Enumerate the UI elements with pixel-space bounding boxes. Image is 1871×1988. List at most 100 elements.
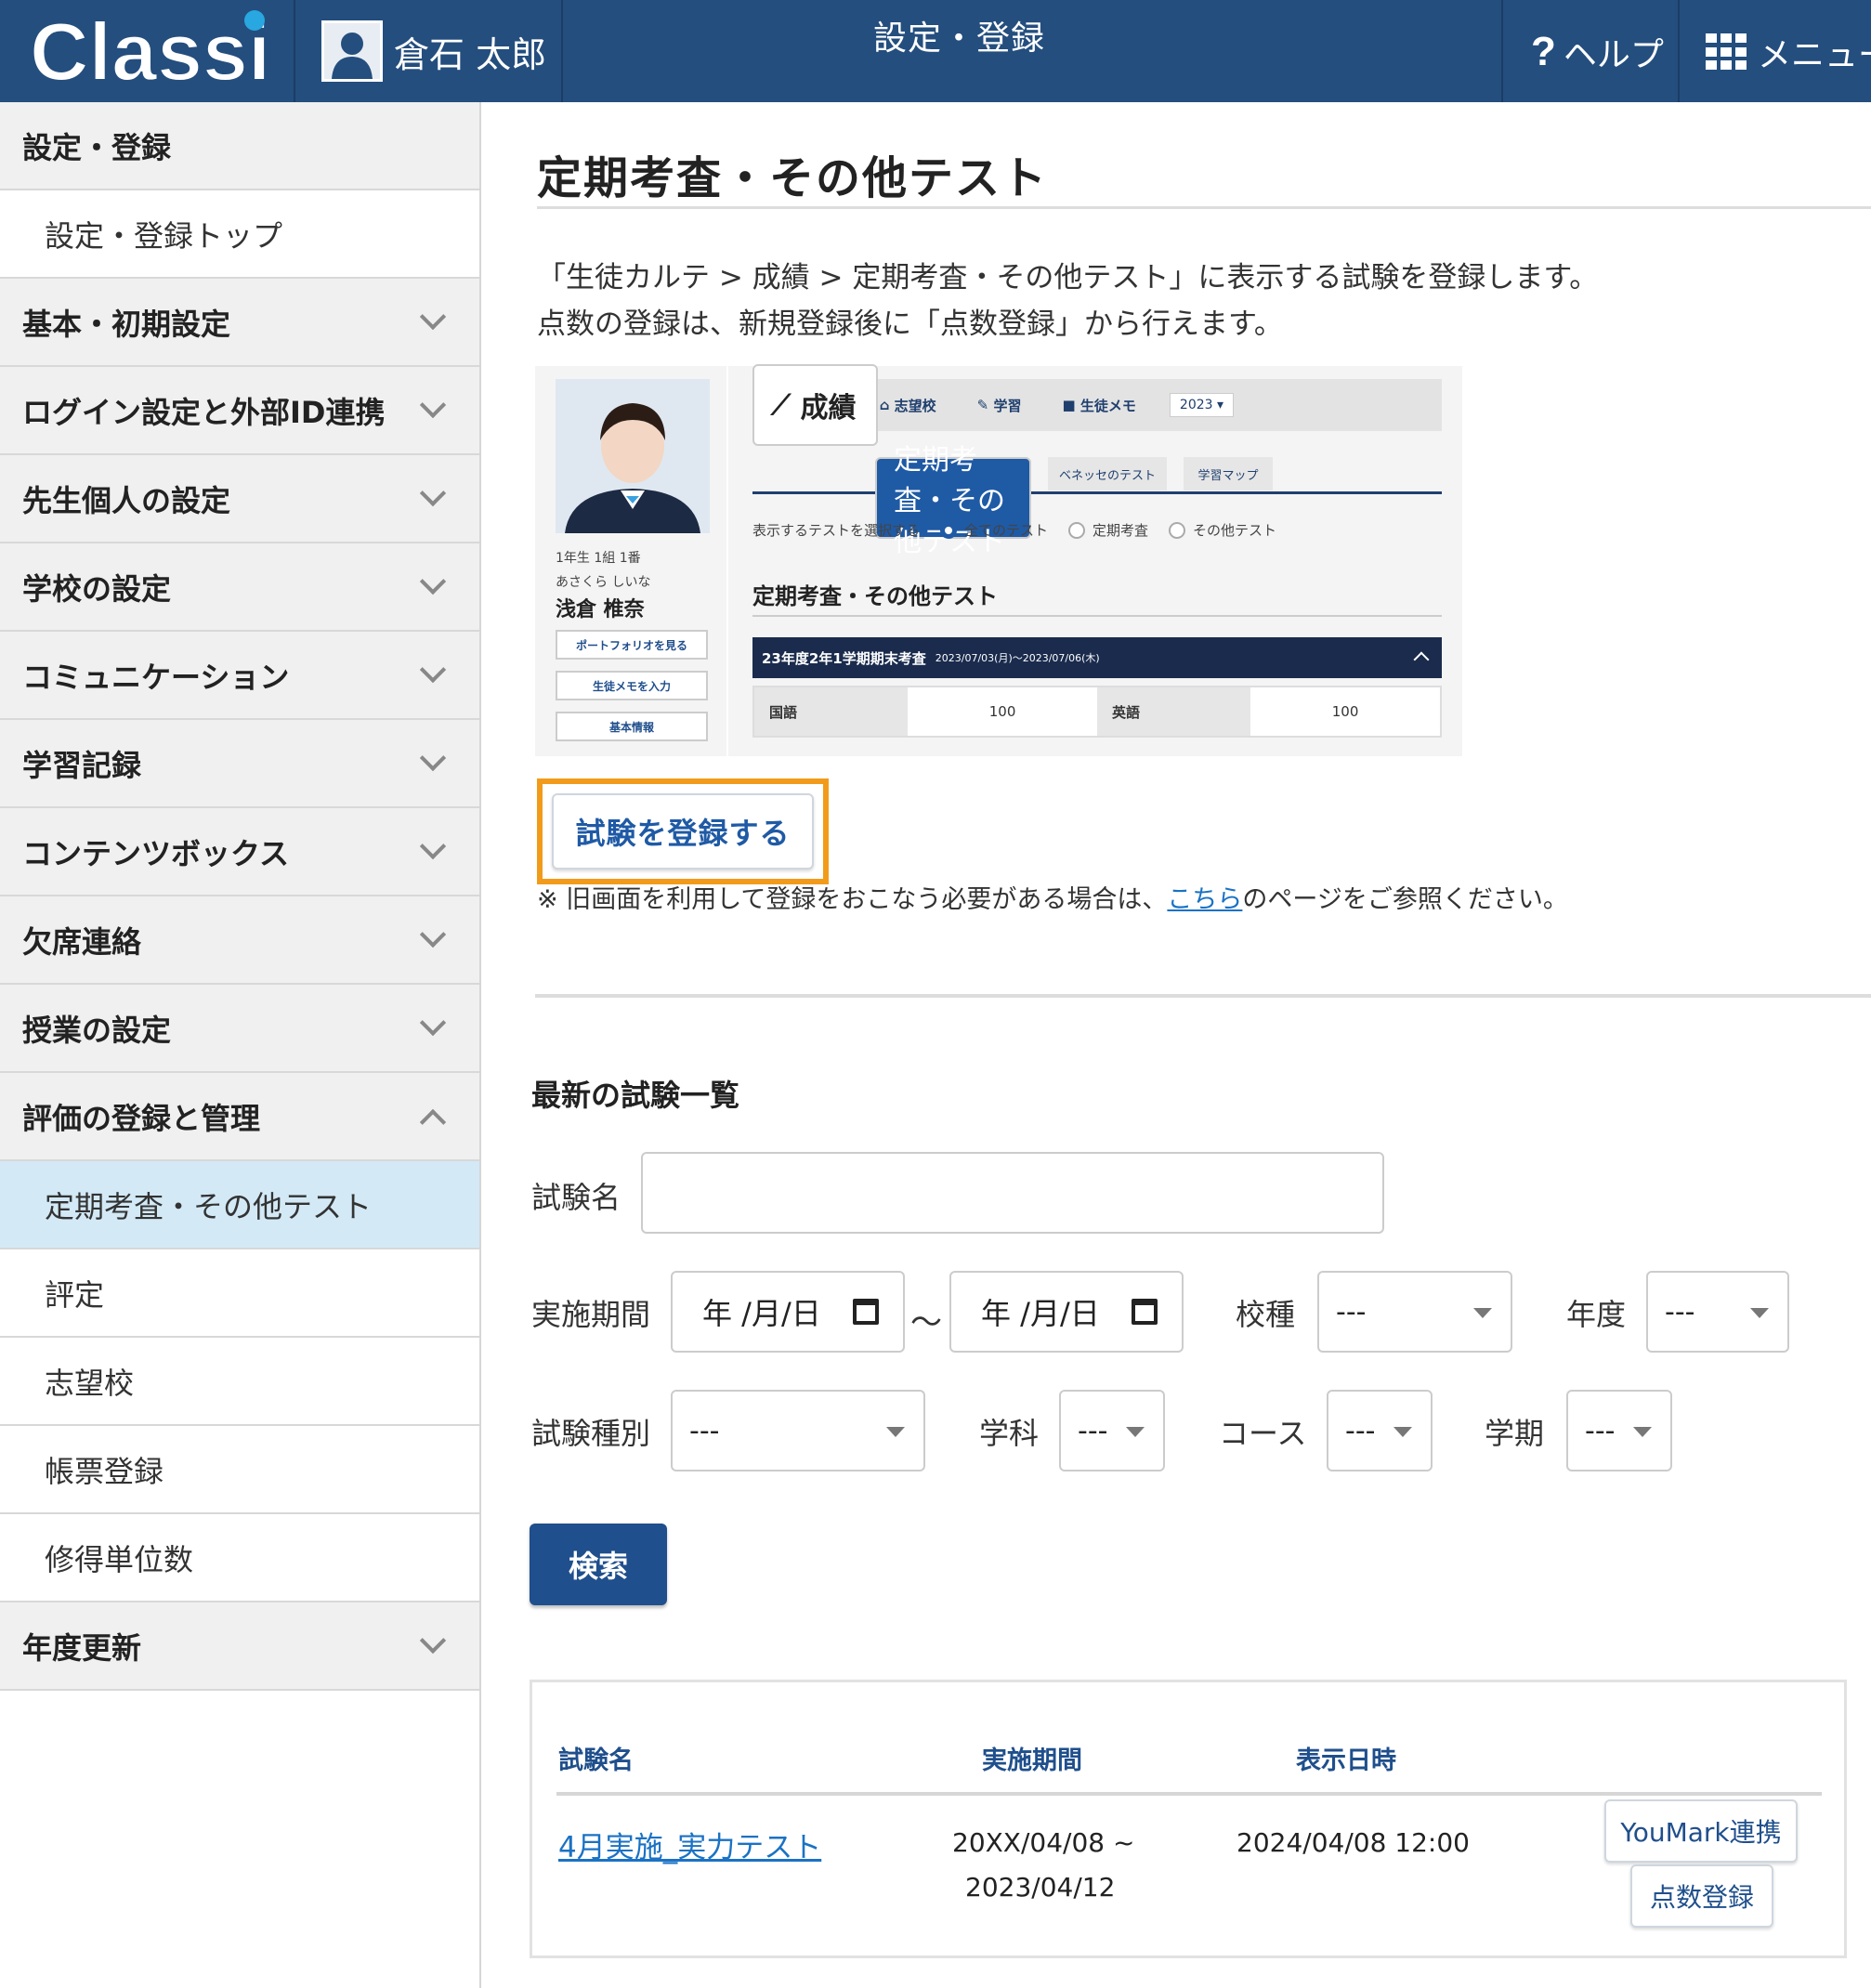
preview-divider [726,366,728,756]
chevron-down-icon [419,303,447,330]
radio-off-icon [1068,521,1086,539]
sidebar-item-label: 帳票登録 [45,1453,164,1489]
preview-score-row: 国語 100 英語 100 [752,686,1442,738]
sidebar-item[interactable]: ログイン設定と外部ID連携 [0,367,479,455]
school-type-select[interactable]: --- [1317,1271,1512,1353]
sidebar-item[interactable]: 設定・登録 [0,102,479,190]
preview-kana: あさくら しいな [556,575,651,590]
sidebar-item[interactable]: 基本・初期設定 [0,279,479,367]
sidebar-item-label: 志望校 [45,1365,135,1401]
header-title: 設定・登録 [873,20,1046,58]
user-name: 倉石 太郎 [394,33,547,75]
department-label: 学科 [979,1416,1040,1451]
sidebar-item[interactable]: 設定・登録トップ [0,190,479,279]
preview-exam-bar: 23年度2年1学期期末考査 2023/07/03(月)〜2023/07/06(木) [752,637,1442,678]
preview-tab-study: ✎ 学習 [976,397,1022,414]
header-divider [561,0,563,102]
exam-name-label: 試験名 [531,1180,621,1215]
sidebar-item-label: 評価の登録と管理 [22,1100,261,1136]
exam-period-end: 2023/04/12 [965,1872,1116,1903]
term-select[interactable]: --- [1566,1390,1672,1471]
sidebar-item[interactable]: 年度更新 [0,1602,479,1691]
period-end-date-input[interactable]: 年 /月/日 [949,1271,1184,1353]
sidebar-item[interactable]: 定期考査・その他テスト [0,1161,479,1249]
preview-tab-memo: ■ 生徒メモ [1062,397,1136,414]
preview-radio-row: 表示するテストを選択する 全てのテスト 定期考査 その他テスト [752,521,1277,539]
header-divider [1678,0,1680,102]
main-content: 定期考査・その他テスト 「生徒カルテ > 成績 > 定期考査・その他テスト」に表… [483,102,1871,1988]
menu-label: メニュー [1758,36,1871,74]
sidebar-item-label: 先生個人の設定 [22,482,231,518]
period-start-date-input[interactable]: 年 /月/日 [671,1271,905,1353]
exam-type-select[interactable]: --- [671,1390,925,1471]
exam-type-label: 試験種別 [531,1416,651,1451]
register-exam-button[interactable]: 試験を登録する [552,793,814,870]
course-label: コース [1219,1416,1307,1451]
sidebar-item-label: 学習記録 [22,747,142,783]
sidebar-item[interactable]: コンテンツボックス [0,808,479,896]
sidebar-item[interactable]: 学校の設定 [0,543,479,632]
chevron-up-icon [419,1108,447,1135]
period-label: 実施期間 [531,1297,651,1332]
exam-display-datetime: 2024/04/08 12:00 [1236,1827,1470,1858]
youmark-link-button[interactable]: YouMark連携 [1604,1799,1798,1863]
department-select[interactable]: --- [1059,1390,1165,1471]
preview-score: 100 [908,687,1097,736]
chevron-down-icon [419,1009,447,1036]
classi-logo[interactable]: Classi [26,7,277,97]
chevron-down-icon [419,568,447,595]
legacy-page-link[interactable]: こちら [1167,885,1242,914]
sidebar-item[interactable]: コミュニケーション [0,632,479,720]
sidebar-item-label: 設定・登録トップ [45,217,283,254]
sidebar-item[interactable]: 帳票登録 [0,1426,479,1514]
sidebar-item[interactable]: 志望校 [0,1338,479,1426]
sidebar-item-label: 基本・初期設定 [22,306,231,342]
chevron-down-icon [419,921,447,948]
sidebar-item[interactable]: 学習記録 [0,720,479,808]
score-register-button[interactable]: 点数登録 [1630,1864,1773,1928]
dropdown-arrow-icon [886,1427,905,1437]
sidebar-item[interactable]: 授業の設定 [0,985,479,1073]
preview-tabs: ♟ 近況 ⌂ 志望校 ⟋ 成績 ✎ 学習 ■ 生徒メモ 2023 ▾ [752,364,1442,446]
header-divider [1501,0,1503,102]
menu-button[interactable]: メニュー [1706,28,1871,76]
search-button[interactable]: 検索 [530,1524,667,1605]
radio-off-icon [1169,521,1186,539]
header-divider [294,0,295,102]
preview-tab-grades: ⟋ 成績 [752,364,879,446]
exam-name-link[interactable]: 4月実施_実力テスト [558,1824,821,1865]
dropdown-arrow-icon [1750,1308,1769,1318]
sidebar-item-label: 授業の設定 [22,1012,172,1048]
preview-subject: 国語 [754,687,909,736]
year-select[interactable]: --- [1646,1271,1789,1353]
year-label: 年度 [1566,1297,1627,1332]
help-button[interactable]: ? ヘルプ [1531,28,1664,76]
preview-divider [752,615,1442,617]
sidebar-item[interactable]: 欠席連絡 [0,896,479,985]
sidebar-item[interactable]: 評価の登録と管理 [0,1073,479,1161]
dropdown-arrow-icon [1633,1427,1652,1437]
user-menu[interactable]: 倉石 太郎 [321,20,546,82]
chevron-up-icon [1413,651,1430,668]
chevron-down-icon [419,1627,447,1654]
sidebar-item[interactable]: 修得単位数 [0,1514,479,1602]
description-line: 点数の登録は、新規登録後に「点数登録」から行えます。 [537,307,1283,341]
sidebar-item-label: 定期考査・その他テスト [45,1188,373,1224]
sidebar-item-label: 学校の設定 [22,570,172,607]
sidebar-item-label: 年度更新 [22,1629,142,1666]
exam-name-input[interactable] [641,1152,1384,1234]
preview-score: 100 [1250,687,1440,736]
preview-section-title: 定期考査・その他テスト [752,583,998,609]
chevron-down-icon [419,744,447,771]
exam-list-title: 最新の試験一覧 [531,1078,740,1113]
chevron-down-icon [419,656,447,683]
preview-subtab-benesse: ベネッセのテスト [1048,457,1167,490]
chart-icon: ⟋ [771,388,801,422]
chevron-down-icon [419,391,447,418]
dropdown-arrow-icon [1393,1427,1412,1437]
course-select[interactable]: --- [1327,1390,1433,1471]
sidebar-item[interactable]: 先生個人の設定 [0,455,479,543]
column-header-period: 実施期間 [982,1746,1082,1775]
preview-info-button: 基本情報 [556,712,708,741]
sidebar-item[interactable]: 評定 [0,1249,479,1338]
